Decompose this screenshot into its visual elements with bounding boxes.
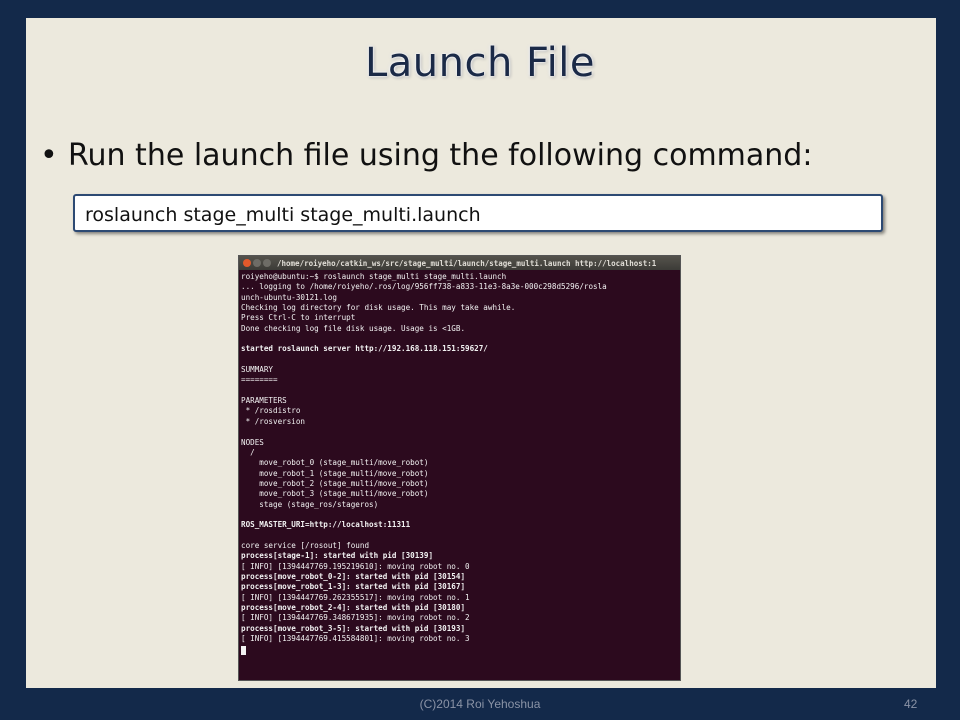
terminal-output: roiyeho@ubuntu:~$ roslaunch stage_multi … <box>239 270 680 655</box>
terminal-cursor-icon <box>241 645 246 655</box>
terminal-line: ​ <box>241 386 678 396</box>
terminal-line: [ INFO] [1394447769.415584801]: moving r… <box>241 634 470 644</box>
bullet-text: Run the launch file using the following … <box>68 138 813 173</box>
terminal-line: unch-ubuntu-30121.log <box>241 292 338 302</box>
terminal-line: process[move_robot_3-5]: started with pi… <box>241 623 466 633</box>
minimize-window-icon <box>253 259 261 267</box>
maximize-window-icon <box>263 259 271 267</box>
terminal-line: stage (stage_ros/stageros) <box>241 499 379 509</box>
terminal-line: Done checking log file disk usage. Usage… <box>241 323 466 333</box>
terminal-line: ​ <box>241 355 678 365</box>
terminal-line: roiyeho@ubuntu:~$ roslaunch stage_multi … <box>241 272 507 281</box>
terminal-line: NODES <box>241 437 264 447</box>
terminal-line: [ INFO] [1394447769.195219610]: moving r… <box>241 561 470 571</box>
terminal-titlebar: /home/roiyeho/catkin_ws/src/stage_multi/… <box>239 256 680 270</box>
terminal-line: ​ <box>241 531 678 541</box>
terminal-line: [ INFO] [1394447769.348671935]: moving r… <box>241 613 470 623</box>
slide-title: Launch File <box>365 40 595 86</box>
command-box: roslaunch stage_multi stage_multi.launch <box>73 194 883 232</box>
terminal-line: * /rosversion <box>241 416 306 426</box>
bullet-dot-icon: • <box>40 138 58 173</box>
terminal-screenshot: /home/roiyeho/catkin_ws/src/stage_multi/… <box>239 256 680 680</box>
terminal-line: * /rosdistro <box>241 406 301 416</box>
terminal-line: ROS_MASTER_URI=http://localhost:11311 <box>241 520 411 530</box>
terminal-line: move_robot_2 (stage_multi/move_robot) <box>241 478 429 488</box>
terminal-line: process[move_robot_0-2]: started with pi… <box>241 571 466 581</box>
terminal-window-title: /home/roiyeho/catkin_ws/src/stage_multi/… <box>277 258 657 268</box>
terminal-line: move_robot_3 (stage_multi/move_robot) <box>241 489 429 499</box>
terminal-line: Checking log directory for disk usage. T… <box>241 303 516 313</box>
terminal-cursor-line <box>241 644 678 655</box>
terminal-line: ... logging to /home/roiyeho/.ros/log/95… <box>241 282 607 292</box>
terminal-line: / <box>241 447 255 457</box>
terminal-line: ======== <box>241 375 278 385</box>
terminal-line: PARAMETERS <box>241 396 287 406</box>
close-window-icon <box>243 259 251 267</box>
terminal-line: [ INFO] [1394447769.262355517]: moving r… <box>241 592 470 602</box>
terminal-line: move_robot_1 (stage_multi/move_robot) <box>241 468 429 478</box>
terminal-line: Press Ctrl-C to interrupt <box>241 313 356 323</box>
terminal-line: SUMMARY <box>241 365 274 375</box>
terminal-line: move_robot_0 (stage_multi/move_robot) <box>241 458 429 468</box>
terminal-line: process[move_robot_2-4]: started with pi… <box>241 603 466 612</box>
terminal-line: process[stage-1]: started with pid [3013… <box>241 551 434 561</box>
page-number: 42 <box>904 697 918 711</box>
terminal-line: started roslaunch server http://192.168.… <box>241 344 488 354</box>
terminal-line: core service [/rosout] found <box>241 540 370 550</box>
terminal-line: process[move_robot_1-3]: started with pi… <box>241 582 466 592</box>
footer-copyright: (C)2014 Roi Yehoshua <box>419 697 541 711</box>
terminal-line: ​ <box>241 427 678 437</box>
terminal-line: ​ <box>241 334 678 344</box>
terminal-line: ​ <box>241 510 678 520</box>
bullet-point: • Run the launch file using the following… <box>40 138 812 173</box>
command-text: roslaunch stage_multi stage_multi.launch <box>85 204 481 226</box>
